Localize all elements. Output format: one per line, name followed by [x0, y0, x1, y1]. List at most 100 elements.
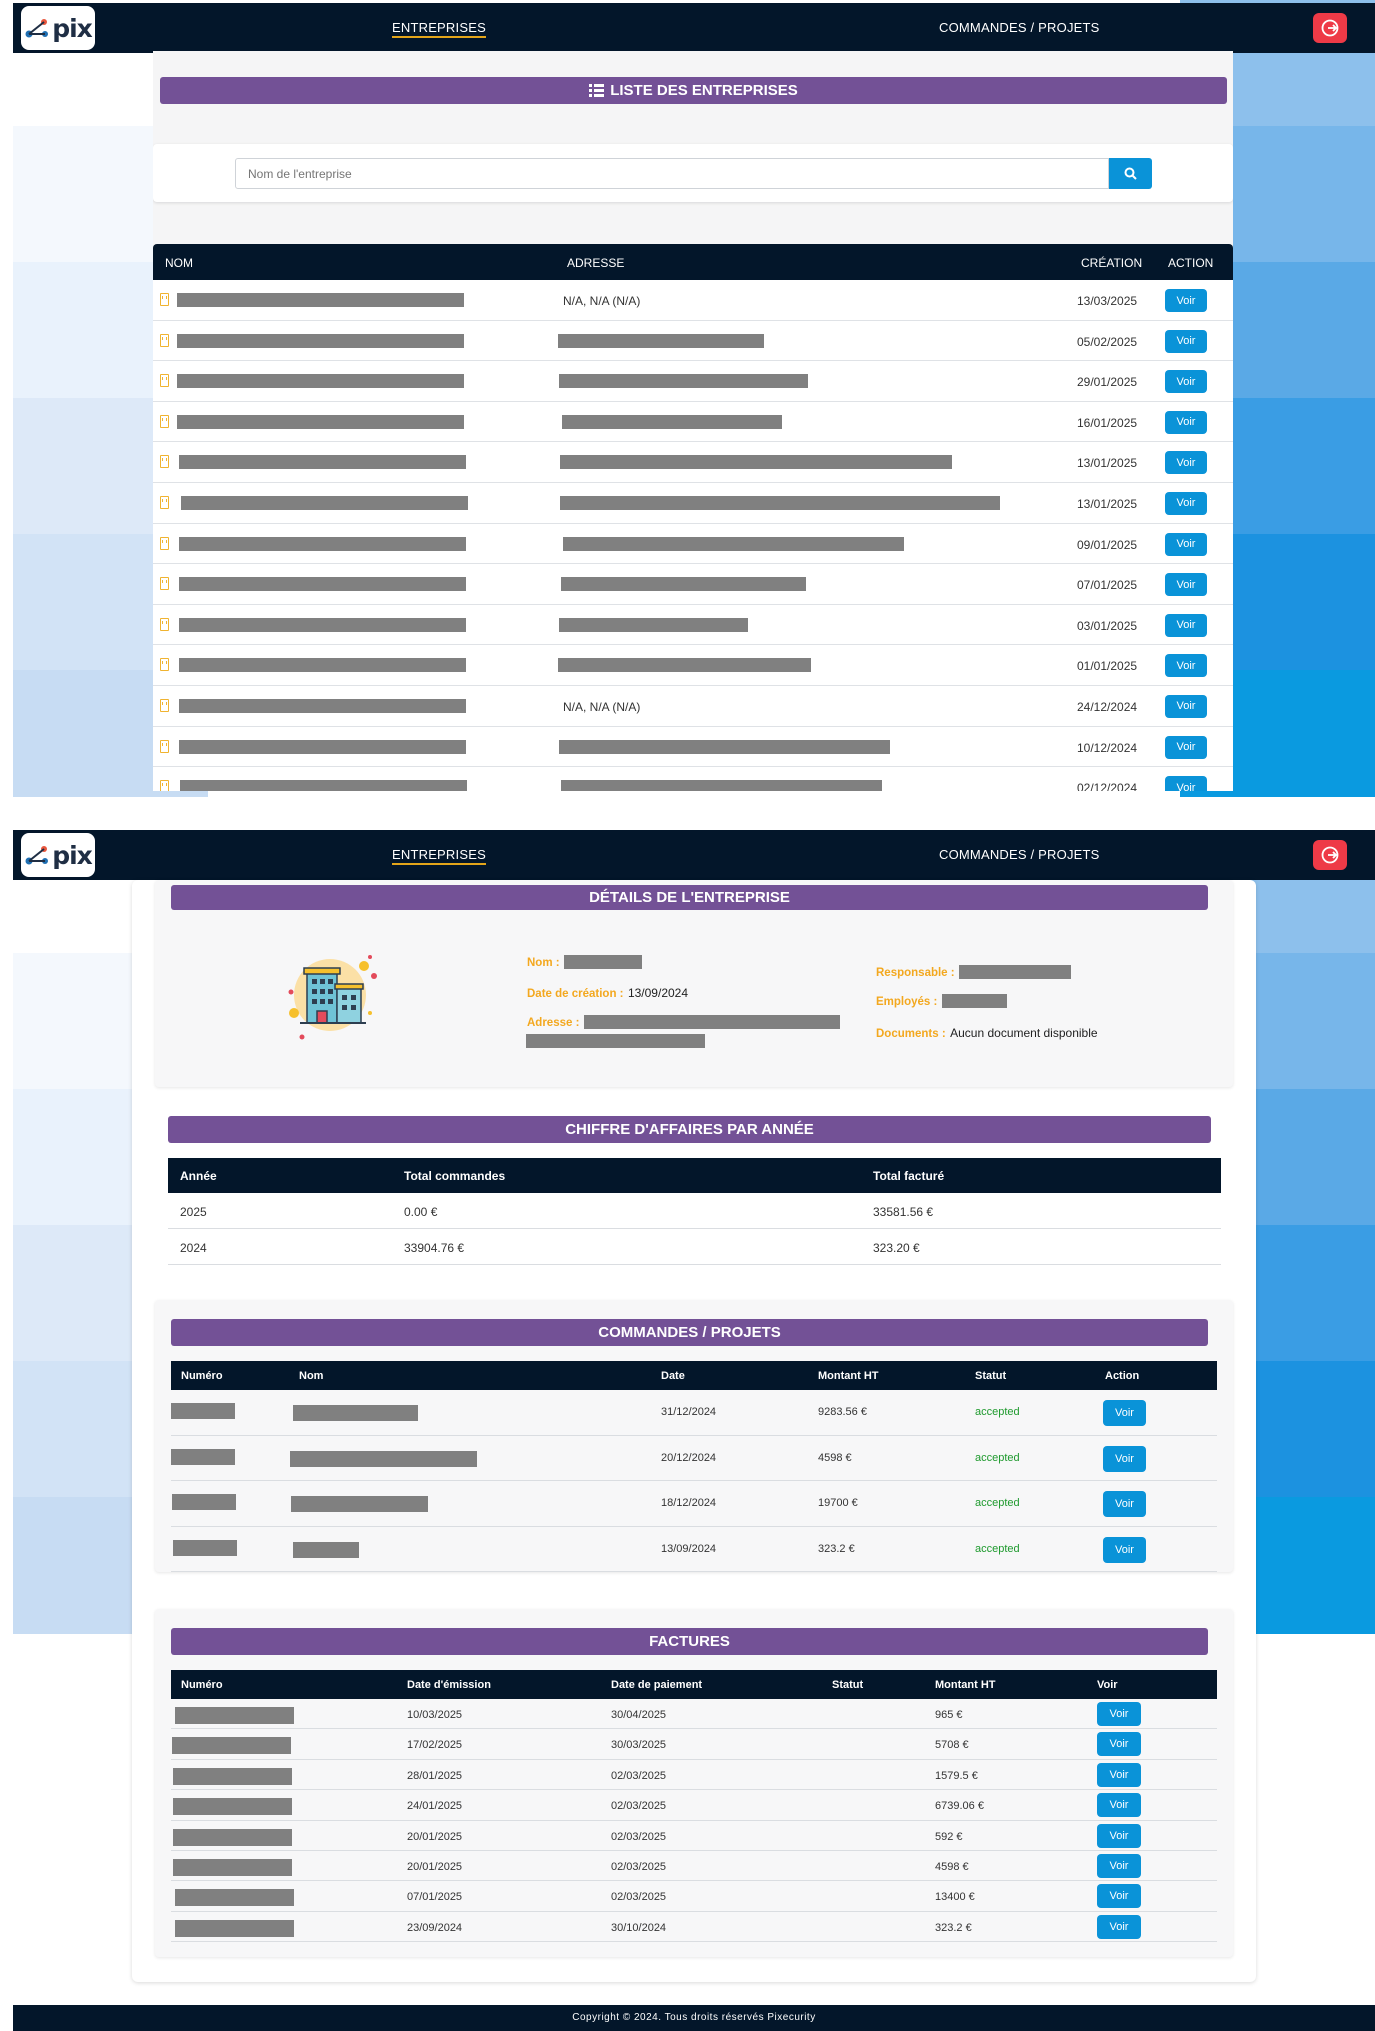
- voir-button[interactable]: Voir: [1165, 776, 1207, 791]
- name-redacted: [179, 455, 466, 470]
- address-redacted: [558, 333, 764, 348]
- voir-button[interactable]: Voir: [1165, 735, 1207, 759]
- name-redacted: [181, 495, 468, 510]
- building-icon: [160, 577, 169, 591]
- table-header: NOM ADRESSE CRÉATION ACTION: [153, 244, 1233, 280]
- table-row: 16/01/2025 Voir: [153, 401, 1233, 443]
- table-row: 20/12/2024 4598 € accepted Voir: [171, 1435, 1217, 1481]
- voir-button[interactable]: Voir: [1165, 654, 1207, 678]
- employes-field: Employés :: [876, 991, 1007, 1010]
- nav-link-commandes[interactable]: COMMANDES / PROJETS: [939, 847, 1100, 862]
- emission-date-cell: 07/01/2025: [407, 1891, 463, 1904]
- table-row: 01/01/2025 Voir: [153, 645, 1233, 686]
- paiement-date-cell: 02/03/2025: [611, 1891, 667, 1904]
- table-row: 24/01/2025 02/03/2025 6739.06 € Voir: [171, 1790, 1217, 1821]
- voir-button[interactable]: Voir: [1165, 613, 1207, 637]
- emission-date-cell: 10/03/2025: [407, 1709, 463, 1721]
- voir-button[interactable]: Voir: [1103, 1491, 1146, 1517]
- voir-button[interactable]: Voir: [1097, 1732, 1141, 1757]
- logout-icon: [1321, 19, 1339, 37]
- col-action: ACTION: [1168, 256, 1214, 270]
- adresse-label: Adresse :: [527, 1017, 580, 1029]
- nav-link-entreprises[interactable]: ENTREPRISES: [392, 20, 486, 38]
- montant-cell: 9283.56 €: [818, 1406, 867, 1418]
- status-badge: accepted: [975, 1451, 1020, 1464]
- name-redacted: [177, 293, 464, 307]
- voir-button[interactable]: Voir: [1165, 573, 1207, 597]
- table-row: 09/01/2025 Voir: [153, 523, 1233, 565]
- logout-button[interactable]: [1313, 13, 1347, 43]
- year-cell: 2025: [180, 1205, 207, 1219]
- montant-cell: 4598 €: [818, 1451, 852, 1464]
- col-nom: Nom: [299, 1370, 324, 1382]
- factures-title: FACTURES: [649, 1633, 730, 1650]
- creation-date: 05/02/2025: [1077, 334, 1138, 349]
- voir-button[interactable]: Voir: [1097, 1884, 1141, 1909]
- logout-button[interactable]: [1313, 840, 1347, 870]
- col-date-emission: Date d'émission: [407, 1679, 491, 1691]
- montant-cell: 592 €: [935, 1830, 963, 1843]
- building-icon: [160, 698, 169, 712]
- entreprises-table: NOM ADRESSE CRÉATION ACTION N/A, N/A (N/…: [153, 244, 1233, 791]
- address-redacted: [559, 739, 890, 754]
- name-redacted: [177, 333, 464, 348]
- building-icon: [160, 333, 169, 347]
- voir-button[interactable]: Voir: [1103, 1400, 1146, 1426]
- nom-field: Nom :: [527, 952, 643, 971]
- voir-button[interactable]: Voir: [1165, 329, 1207, 353]
- navbar-2: pix ENTREPRISES COMMANDES / PROJETS: [13, 830, 1375, 880]
- voir-button[interactable]: Voir: [1097, 1854, 1141, 1878]
- emission-date-cell: 28/01/2025: [407, 1769, 463, 1782]
- building-icon: [288, 955, 377, 1040]
- numero-redacted: [173, 1859, 292, 1876]
- voir-button[interactable]: Voir: [1097, 1702, 1141, 1726]
- pix-logo[interactable]: pix: [21, 833, 95, 877]
- voir-button[interactable]: Voir: [1165, 694, 1207, 718]
- responsable-label: Responsable :: [876, 967, 955, 979]
- employes-label: Employés :: [876, 996, 938, 1008]
- emission-date-cell: 20/01/2025: [407, 1861, 463, 1873]
- voir-button[interactable]: Voir: [1165, 289, 1207, 312]
- voir-button[interactable]: Voir: [1165, 451, 1207, 475]
- list-title: LISTE DES ENTREPRISES: [610, 82, 798, 99]
- ca-title-bar: CHIFFRE D'AFFAIRES PAR ANNÉE: [168, 1116, 1211, 1143]
- name-redacted: [179, 536, 466, 551]
- col-date: Date: [661, 1370, 685, 1382]
- voir-button[interactable]: Voir: [1165, 491, 1207, 515]
- search-input[interactable]: [235, 158, 1109, 189]
- building-icon: [160, 536, 169, 550]
- factures-title-bar: FACTURES: [171, 1628, 1208, 1655]
- nom-redacted: [290, 1450, 477, 1467]
- table-row: 13/09/2024 323.2 € accepted Voir: [171, 1526, 1217, 1572]
- emission-date-cell: 17/02/2025: [407, 1739, 463, 1752]
- nom-redacted: [291, 1496, 428, 1512]
- name-redacted: [180, 780, 467, 791]
- building-icon: [160, 780, 169, 791]
- col-statut: Statut: [975, 1370, 1007, 1382]
- search-button[interactable]: [1109, 158, 1152, 189]
- adresse-redacted-2: [526, 1034, 705, 1048]
- nom-label: Nom :: [527, 957, 560, 969]
- numero-redacted: [171, 1403, 235, 1419]
- voir-button[interactable]: Voir: [1165, 370, 1207, 394]
- voir-button[interactable]: Voir: [1097, 1914, 1141, 1939]
- voir-button[interactable]: Voir: [1097, 1823, 1141, 1848]
- table-row: 13/01/2025 Voir: [153, 482, 1233, 524]
- logout-icon: [1321, 846, 1339, 864]
- voir-button[interactable]: Voir: [1103, 1536, 1146, 1563]
- numero-redacted: [175, 1707, 294, 1724]
- numero-redacted: [173, 1767, 292, 1785]
- creation-date: 09/01/2025: [1077, 537, 1138, 552]
- voir-button[interactable]: Voir: [1165, 410, 1207, 434]
- pix-logo[interactable]: pix: [21, 6, 95, 50]
- list-panel: LISTE DES ENTREPRISES NOM ADRESSE CRÉATI…: [153, 51, 1233, 791]
- total-facture-cell: 33581.56 €: [873, 1205, 934, 1219]
- voir-button[interactable]: Voir: [1165, 532, 1207, 556]
- address-redacted: [561, 780, 882, 791]
- nav-link-entreprises[interactable]: ENTREPRISES: [392, 847, 486, 865]
- nav-link-commandes[interactable]: COMMANDES / PROJETS: [939, 20, 1100, 35]
- voir-button[interactable]: Voir: [1097, 1762, 1141, 1787]
- voir-button[interactable]: Voir: [1103, 1445, 1146, 1472]
- table-row: 17/02/2025 30/03/2025 5708 € Voir: [171, 1729, 1217, 1760]
- voir-button[interactable]: Voir: [1097, 1793, 1141, 1818]
